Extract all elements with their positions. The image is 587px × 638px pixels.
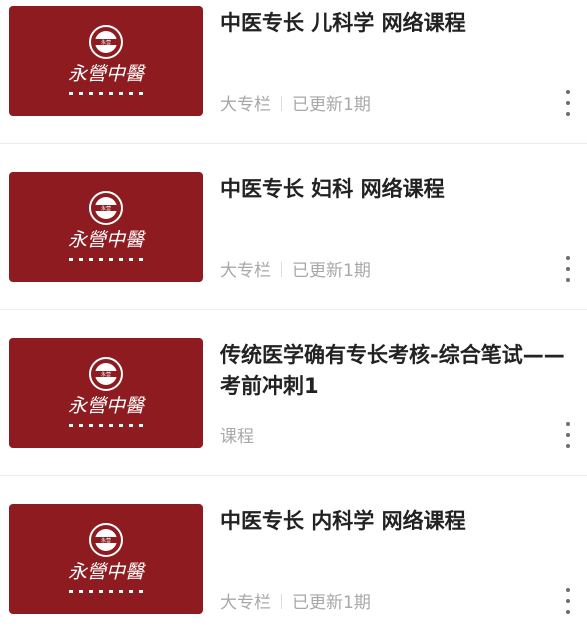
meta-divider — [281, 594, 282, 609]
more-vertical-icon[interactable] — [563, 90, 573, 116]
course-title[interactable]: 传统医学确有专长考核-综合笔试——考前冲刺1 — [220, 340, 570, 402]
course-thumbnail[interactable]: 永营 永營中醫 — [9, 338, 203, 448]
course-title[interactable]: 中医专长 儿科学 网络课程 — [220, 8, 570, 39]
course-item[interactable]: 永营 永營中醫 中医专长 儿科学 网络课程 大专栏 已更新1期 — [0, 0, 587, 140]
course-meta: 大专栏 已更新1期 — [220, 588, 371, 613]
course-item[interactable]: 永营 永營中醫 中医专长 内科学 网络课程 大专栏 已更新1期 — [0, 475, 587, 638]
course-update-status: 已更新1期 — [292, 593, 371, 613]
yongying-logo-icon: 永营 永營中醫 — [68, 523, 146, 593]
list-divider — [0, 475, 587, 476]
course-meta: 大专栏 已更新1期 — [220, 256, 371, 281]
svg-text:永营: 永营 — [101, 39, 111, 46]
yongying-logo-icon: 永营 永營中醫 — [68, 25, 146, 95]
more-vertical-icon[interactable] — [563, 422, 573, 448]
more-vertical-icon[interactable] — [563, 588, 573, 614]
course-item[interactable]: 永营 永營中醫 中医专长 妇科 网络课程 大专栏 已更新1期 — [0, 143, 587, 306]
course-type: 大专栏 — [220, 261, 271, 281]
course-type: 大专栏 — [220, 95, 271, 115]
course-update-status: 已更新1期 — [292, 95, 371, 115]
course-thumbnail[interactable]: 永营 永營中醫 — [9, 504, 203, 614]
svg-text:永营: 永营 — [101, 371, 111, 378]
course-update-status: 已更新1期 — [292, 261, 371, 281]
logo-text: 永營中醫 — [68, 395, 146, 417]
course-meta: 课程 — [220, 422, 254, 447]
meta-divider — [281, 96, 282, 111]
yongying-logo-icon: 永营 永營中醫 — [68, 191, 146, 261]
list-divider — [0, 309, 587, 310]
svg-text:永营: 永营 — [101, 537, 111, 544]
course-type: 课程 — [220, 427, 254, 447]
svg-text:永营: 永营 — [101, 205, 111, 212]
course-type: 大专栏 — [220, 593, 271, 613]
course-thumbnail[interactable]: 永营 永營中醫 — [9, 6, 203, 116]
yongying-logo-icon: 永营 永營中醫 — [68, 357, 146, 427]
logo-text: 永營中醫 — [68, 63, 146, 85]
course-item[interactable]: 永营 永營中醫 传统医学确有专长考核-综合笔试——考前冲刺1 课程 — [0, 309, 587, 472]
logo-text: 永營中醫 — [68, 561, 146, 583]
logo-text: 永營中醫 — [68, 229, 146, 251]
list-divider — [0, 143, 587, 144]
course-title[interactable]: 中医专长 妇科 网络课程 — [220, 174, 570, 205]
course-meta: 大专栏 已更新1期 — [220, 90, 371, 115]
course-thumbnail[interactable]: 永营 永營中醫 — [9, 172, 203, 282]
course-title[interactable]: 中医专长 内科学 网络课程 — [220, 506, 570, 537]
meta-divider — [281, 262, 282, 277]
more-vertical-icon[interactable] — [563, 256, 573, 282]
course-list: 永营 永營中醫 中医专长 儿科学 网络课程 大专栏 已更新1期 永营 永營中醫 … — [0, 0, 587, 625]
